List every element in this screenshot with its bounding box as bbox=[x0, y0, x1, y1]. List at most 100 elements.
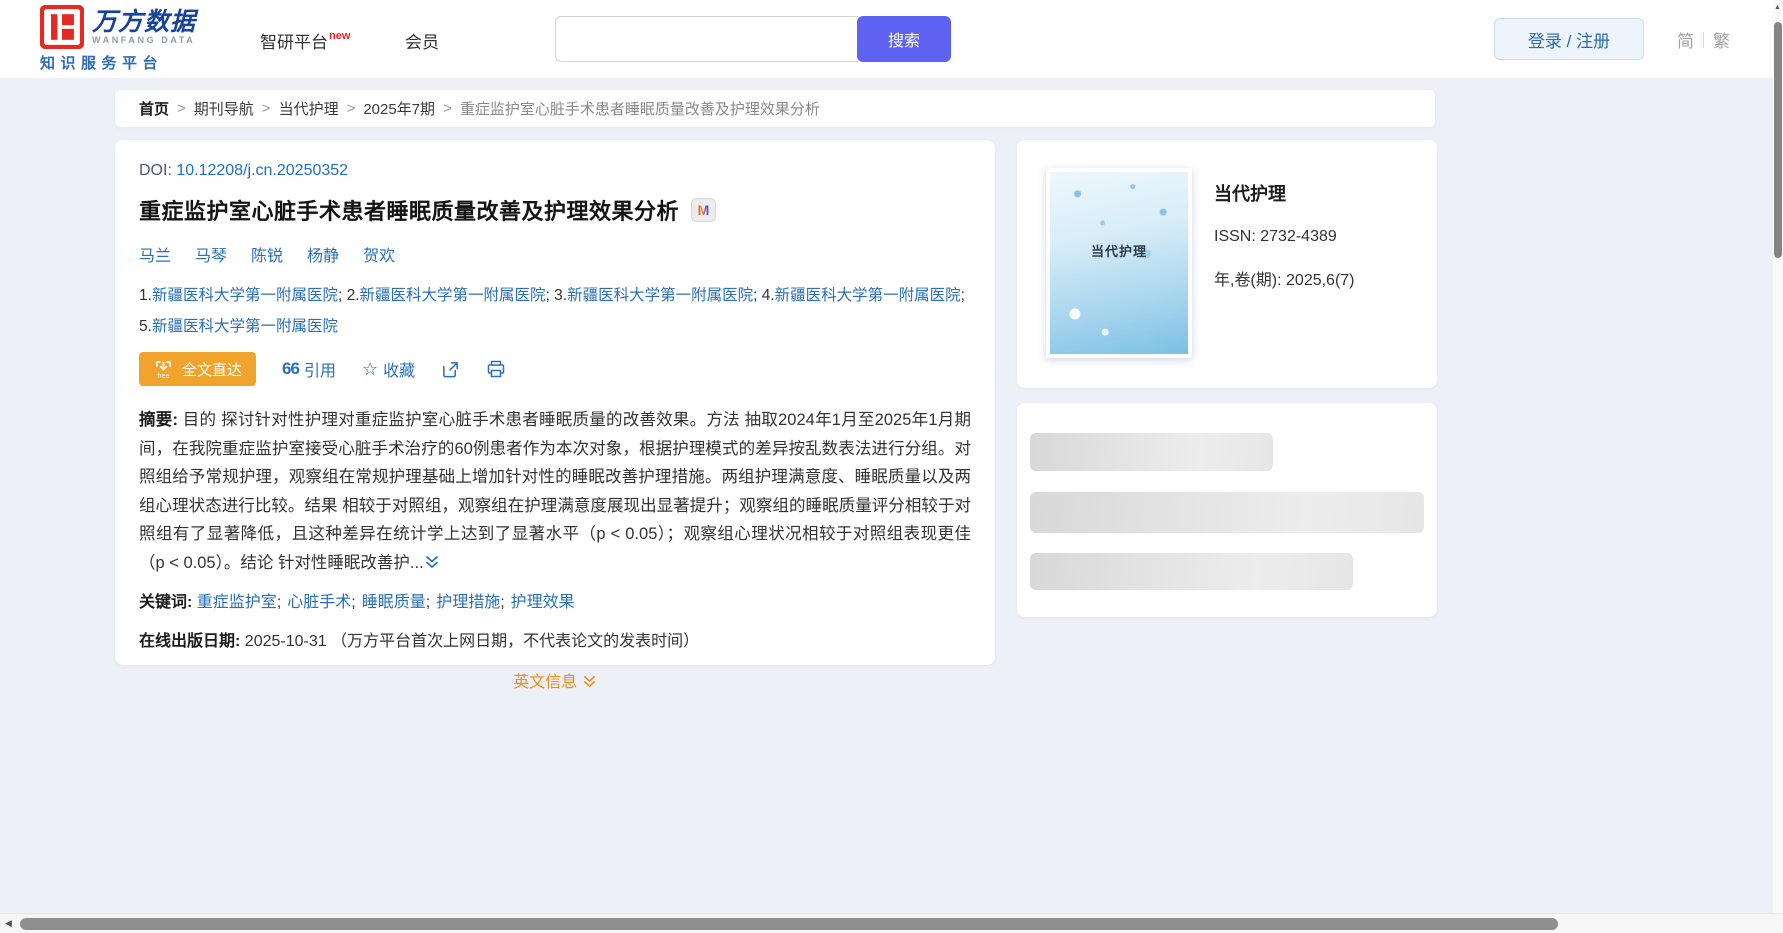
article-title: 重症监护室心脏手术患者睡眠质量改善及护理效果分析 bbox=[139, 194, 679, 226]
affiliation-index: ; 4. bbox=[753, 287, 775, 304]
keyword-row: 关键词: 重症监护室;心脏手术;睡眠质量;护理措施;护理效果 bbox=[139, 588, 971, 612]
search-bar: 搜索 bbox=[555, 16, 951, 62]
affiliation-link[interactable]: 新疆医科大学第一附属医院 bbox=[775, 287, 961, 304]
journal-cover-title: 当代护理 bbox=[1050, 241, 1188, 260]
abstract-text: 目的 探讨针对性护理对重症监护室心脏手术患者睡眠质量的改善效果。方法 抽取202… bbox=[139, 411, 971, 572]
keyword-link[interactable]: 心脏手术 bbox=[287, 594, 351, 611]
search-input[interactable] bbox=[555, 16, 858, 62]
english-info-chevron-down-icon bbox=[582, 674, 597, 689]
fulltext-free-download-icon: free bbox=[153, 359, 174, 380]
breadcrumb-separator: > bbox=[347, 100, 356, 117]
search-button[interactable]: 搜索 bbox=[857, 16, 951, 62]
breadcrumb-separator: > bbox=[443, 100, 452, 117]
wanfang-logo-icon bbox=[40, 5, 84, 49]
author-link[interactable]: 贺欢 bbox=[363, 242, 395, 266]
horizontal-scrollbar: ◀ bbox=[0, 913, 1783, 933]
skeleton-bar bbox=[1030, 492, 1424, 533]
affiliation-index: ; 3. bbox=[546, 287, 568, 304]
horizontal-scrollbar-thumb[interactable] bbox=[20, 918, 1558, 930]
affiliation-link[interactable]: 新疆医科大学第一附属医院 bbox=[152, 287, 338, 304]
volume-label: 年,卷(期): bbox=[1214, 272, 1282, 289]
breadcrumb: 首页 > 期刊导航 > 当代护理 > 2025年7期 > 重症监护室心脏手术患者… bbox=[115, 90, 1435, 127]
affiliation-link[interactable]: 新疆医科大学第一附属医院 bbox=[152, 318, 338, 335]
m-badge-icon[interactable]: M bbox=[691, 198, 716, 222]
journal-cover[interactable]: 当代护理 bbox=[1046, 168, 1192, 358]
volume-value: 2025,6(7) bbox=[1286, 272, 1355, 289]
cite-quote-icon: 66 bbox=[282, 359, 299, 379]
affiliation-link[interactable]: 新疆医科大学第一附属医院 bbox=[360, 287, 546, 304]
keywords-label: 关键词: bbox=[139, 594, 192, 611]
top-header: 万方数据 WANFANG DATA 知识服务平台 智研平台new 会员 搜索 登… bbox=[0, 0, 1783, 78]
online-date-note: （万方平台首次上网日期，不代表论文的发表时间） bbox=[331, 633, 699, 650]
printer-icon bbox=[486, 359, 506, 379]
author-link[interactable]: 陈锐 bbox=[251, 242, 283, 266]
favorite-button[interactable]: ☆ 收藏 bbox=[362, 357, 415, 381]
share-button[interactable] bbox=[441, 360, 460, 379]
star-icon: ☆ bbox=[362, 359, 378, 380]
print-button[interactable] bbox=[486, 359, 506, 379]
nav-item-zhiyan-platform[interactable]: 智研平台new bbox=[260, 28, 350, 53]
breadcrumb-issue[interactable]: 2025年7期 bbox=[363, 98, 435, 119]
breadcrumb-separator: > bbox=[262, 100, 271, 117]
doi-row: DOI: 10.12208/j.cn.20250352 bbox=[139, 162, 971, 180]
breadcrumb-journal[interactable]: 当代护理 bbox=[279, 98, 339, 119]
abstract: 摘要: 目的 探讨针对性护理对重症监护室心脏手术患者睡眠质量的改善效果。方法 抽… bbox=[139, 406, 971, 577]
new-badge: new bbox=[329, 30, 350, 42]
expand-abstract-chevron-down-icon[interactable] bbox=[424, 554, 440, 570]
nav-item-member[interactable]: 会员 bbox=[405, 28, 439, 53]
keyword-link[interactable]: 睡眠质量 bbox=[362, 594, 426, 611]
journal-issn-row: ISSN: 2732-4389 bbox=[1214, 228, 1355, 246]
breadcrumb-current-article: 重症监护室心脏手术患者睡眠质量改善及护理效果分析 bbox=[460, 98, 820, 119]
login-register-button[interactable]: 登录 / 注册 bbox=[1494, 18, 1644, 60]
brand-name-en: WANFANG DATA bbox=[92, 35, 196, 46]
breadcrumb-home[interactable]: 首页 bbox=[139, 98, 169, 119]
abstract-label: 摘要: bbox=[139, 411, 178, 429]
share-icon bbox=[441, 360, 460, 379]
online-date-label: 在线出版日期: bbox=[139, 633, 240, 650]
author-link[interactable]: 马兰 bbox=[139, 242, 171, 266]
issn-label: ISSN: bbox=[1214, 228, 1256, 245]
journal-name[interactable]: 当代护理 bbox=[1214, 180, 1355, 206]
affiliation-index: 1. bbox=[139, 287, 152, 304]
breadcrumb-journal-nav[interactable]: 期刊导航 bbox=[194, 98, 254, 119]
breadcrumb-separator: > bbox=[177, 100, 186, 117]
fulltext-button[interactable]: free 全文直达 bbox=[139, 352, 256, 386]
scroll-left-arrow-icon[interactable]: ◀ bbox=[5, 918, 12, 929]
keyword-link[interactable]: 护理效果 bbox=[511, 594, 575, 611]
brand-tagline: 知识服务平台 bbox=[40, 52, 196, 73]
brand-name-cn: 万方数据 bbox=[92, 9, 196, 35]
journal-volume-row: 年,卷(期): 2025,6(7) bbox=[1214, 266, 1355, 290]
journal-info-card: 当代护理 当代护理 ISSN: 2732-4389 年,卷(期): 2025,6… bbox=[1017, 140, 1437, 388]
vertical-scrollbar: ▲ bbox=[1773, 0, 1783, 913]
online-publish-date-row: 在线出版日期: 2025-10-31 （万方平台首次上网日期，不代表论文的发表时… bbox=[139, 627, 971, 651]
issn-value: 2732-4389 bbox=[1260, 228, 1337, 245]
doi-label: DOI: bbox=[139, 162, 172, 179]
article-card: DOI: 10.12208/j.cn.20250352 重症监护室心脏手术患者睡… bbox=[115, 140, 995, 665]
wanfang-logo[interactable]: 万方数据 WANFANG DATA 知识服务平台 bbox=[40, 5, 196, 73]
cite-button[interactable]: 66 引用 bbox=[282, 357, 336, 381]
journal-cover-image: 当代护理 bbox=[1050, 172, 1188, 354]
affiliation-link[interactable]: 新疆医科大学第一附属医院 bbox=[567, 287, 753, 304]
english-info-label: 英文信息 bbox=[513, 674, 577, 691]
doi-link[interactable]: 10.12208/j.cn.20250352 bbox=[176, 162, 348, 179]
online-date-value: 2025-10-31 bbox=[245, 633, 327, 650]
affiliation-list: 1.新疆医科大学第一附属医院; 2.新疆医科大学第一附属医院; 3.新疆医科大学… bbox=[139, 280, 979, 342]
action-toolbar: free 全文直达 66 引用 ☆ 收藏 bbox=[139, 352, 971, 386]
lang-traditional[interactable]: 繁 bbox=[1704, 27, 1739, 52]
vertical-scrollbar-thumb[interactable] bbox=[1774, 22, 1782, 258]
author-link[interactable]: 杨静 bbox=[307, 242, 339, 266]
loading-placeholder-card bbox=[1017, 403, 1437, 617]
page: 万方数据 WANFANG DATA 知识服务平台 智研平台new 会员 搜索 登… bbox=[0, 0, 1783, 933]
keyword-link[interactable]: 重症监护室 bbox=[197, 594, 277, 611]
keyword-link[interactable]: 护理措施 bbox=[436, 594, 500, 611]
skeleton-bar bbox=[1030, 433, 1273, 471]
scroll-up-arrow-icon[interactable]: ▲ bbox=[1774, 4, 1781, 11]
svg-text:free: free bbox=[157, 372, 169, 380]
lang-simplified[interactable]: 简 bbox=[1668, 27, 1703, 52]
language-switch: 简 繁 bbox=[1668, 27, 1739, 52]
skeleton-bar bbox=[1030, 553, 1353, 590]
affiliation-index: ; 2. bbox=[338, 287, 360, 304]
english-info-toggle: 英文信息 bbox=[139, 668, 971, 692]
author-list: 马兰 马琴 陈锐 杨静 贺欢 bbox=[139, 242, 971, 266]
author-link[interactable]: 马琴 bbox=[195, 242, 227, 266]
